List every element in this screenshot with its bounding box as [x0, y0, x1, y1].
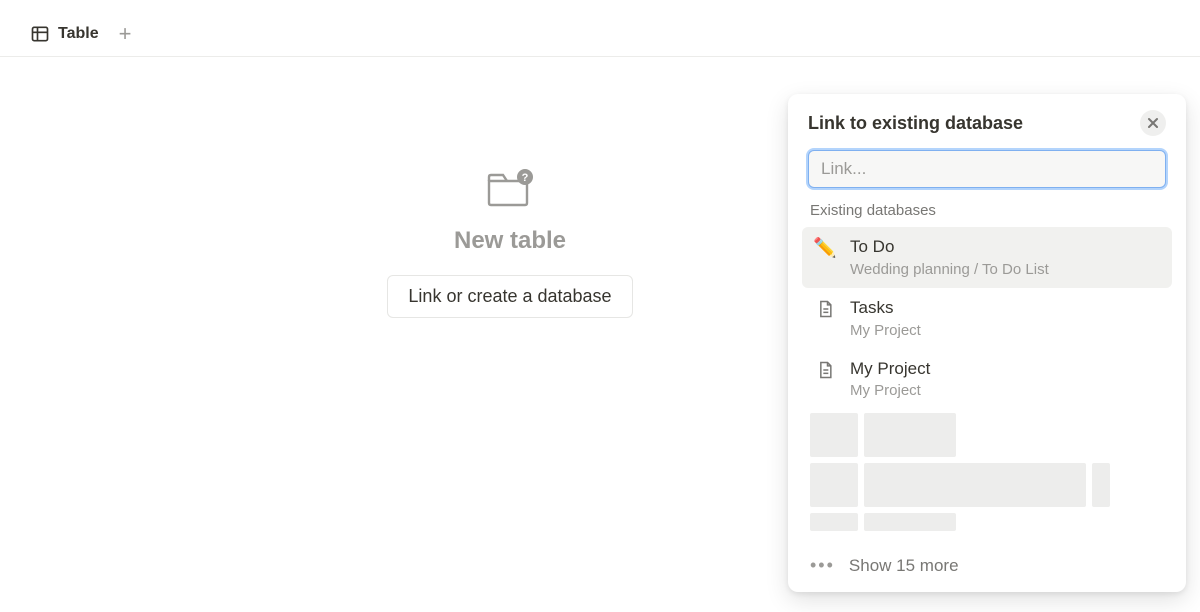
database-item-tasks[interactable]: Tasks My Project [802, 288, 1172, 349]
db-path: My Project [850, 380, 930, 401]
popover-title: Link to existing database [808, 113, 1023, 134]
db-path: Wedding planning / To Do List [850, 259, 1049, 280]
view-tabs-row: Table + [0, 12, 1200, 57]
show-more-label: Show 15 more [849, 556, 959, 576]
popover-header: Link to existing database [802, 110, 1172, 136]
close-button[interactable] [1140, 110, 1166, 136]
database-item-todo[interactable]: ✏️ To Do Wedding planning / To Do List [802, 227, 1172, 288]
db-name: Tasks [850, 296, 921, 320]
folder-question-icon: ? [485, 167, 535, 209]
table-icon [30, 24, 50, 44]
close-icon [1147, 117, 1159, 129]
db-path: My Project [850, 320, 921, 341]
empty-state: ? New table Link or create a database [120, 167, 900, 318]
page-icon [814, 298, 836, 320]
add-view-button[interactable]: + [115, 23, 136, 45]
show-more-button[interactable]: ••• Show 15 more [802, 547, 1172, 578]
db-name: My Project [850, 357, 930, 381]
tab-label: Table [58, 25, 99, 43]
svg-text:?: ? [522, 172, 529, 184]
link-or-create-button[interactable]: Link or create a database [387, 275, 632, 318]
tab-table[interactable]: Table [28, 20, 101, 48]
placeholder-items [802, 409, 1172, 541]
pencil-icon: ✏️ [814, 237, 836, 259]
search-input[interactable] [808, 150, 1166, 188]
database-item-myproject[interactable]: My Project My Project [802, 349, 1172, 410]
link-database-popover: Link to existing database Existing datab… [788, 94, 1186, 592]
db-name: To Do [850, 235, 1049, 259]
page-icon [814, 359, 836, 381]
ellipsis-icon: ••• [810, 555, 835, 576]
empty-state-title: New table [454, 227, 566, 255]
section-label: Existing databases [802, 202, 1172, 227]
